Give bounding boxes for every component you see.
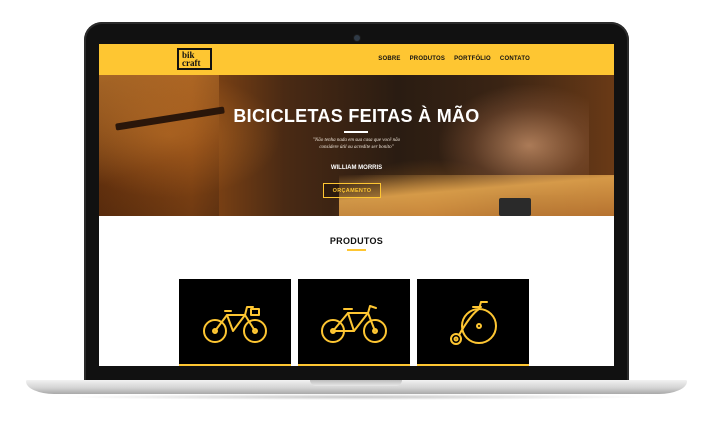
hero-wood-texture — [99, 75, 219, 216]
product-card-underline — [298, 364, 410, 366]
hero-title: BICICLETAS FEITAS À MÃO — [233, 106, 480, 126]
quote-request-button[interactable]: ORÇAMENTO — [323, 183, 381, 198]
product-card-underline — [417, 364, 529, 366]
laptop-base-notch — [310, 380, 402, 386]
penny-farthing-icon — [450, 300, 497, 345]
hero-quote-author: WILLIAM MORRIS — [330, 165, 383, 171]
nav-link-produtos[interactable]: PRODUTOS — [410, 56, 446, 62]
laptop-screen: bik craft SOBRE PRODUTOS PORTFÓLIO CONTA… — [99, 44, 614, 366]
hero-divider — [344, 131, 368, 133]
products-section-divider — [347, 249, 366, 251]
nav-link-portfolio[interactable]: PORTFÓLIO — [454, 56, 491, 62]
product-card-underline — [179, 364, 291, 366]
hero-quote-line-1: "Não tenha nada em sua casa que você não — [312, 138, 401, 143]
product-card-road-bike[interactable] — [298, 279, 410, 366]
hero-quote-line-2: considere útil ou acredite ser bonito" — [319, 145, 394, 150]
product-card-city-bike[interactable] — [179, 279, 291, 366]
laptop-shadow — [60, 394, 652, 400]
nav-link-sobre[interactable]: SOBRE — [378, 56, 400, 62]
logo-line-2: craft — [182, 58, 201, 68]
city-bike-icon — [203, 305, 267, 343]
webcam-icon — [354, 35, 360, 41]
road-bike-icon — [321, 304, 387, 343]
hero-quote: "Não tenha nada em sua casa que você não… — [296, 137, 417, 151]
hero-tool-image — [499, 198, 531, 216]
bikcraft-logo[interactable]: bik craft — [177, 48, 212, 70]
hero-banner: BICICLETAS FEITAS À MÃO "Não tenha nada … — [99, 75, 614, 216]
site-header: bik craft SOBRE PRODUTOS PORTFÓLIO CONTA… — [99, 44, 614, 75]
main-nav: SOBRE PRODUTOS PORTFÓLIO CONTATO — [378, 56, 530, 62]
products-section-title: PRODUTOS — [329, 236, 384, 246]
nav-link-contato[interactable]: CONTATO — [500, 56, 530, 62]
product-card-penny-farthing[interactable] — [417, 279, 529, 366]
